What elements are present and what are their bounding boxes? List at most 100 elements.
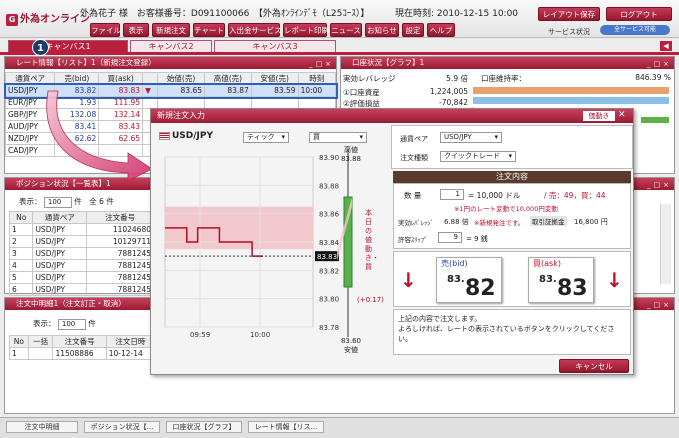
bottom-tab-positions[interactable]: ポジション状況【...: [84, 421, 160, 433]
window-controls-icon[interactable]: _□×: [647, 299, 672, 310]
tab-canvas-2[interactable]: キャンバス2: [130, 40, 212, 52]
sell-label: 売(bid): [441, 259, 468, 268]
order-table-header: No 一括 注文番号 注文日時: [9, 335, 156, 348]
count-stepper[interactable]: 100: [43, 197, 72, 208]
table-row[interactable]: 6 USD/JPY 7881245: [8, 283, 154, 296]
sell-price: 82: [465, 276, 496, 301]
down-arrow-icon: ↓: [606, 268, 623, 292]
order-cell: 7881245: [86, 271, 154, 284]
scrollbar[interactable]: [660, 204, 671, 284]
buy-price-prefix: 83.: [539, 274, 557, 285]
high-cell: 83.87: [204, 84, 252, 97]
maintenance-label: 口座維持率：: [481, 74, 526, 83]
sound-icon[interactable]: ◀: [660, 41, 672, 51]
leverage-row: 実効レバレッジ 5.9 倍: [343, 73, 468, 84]
chart-pair: USD/JPY: [172, 131, 214, 141]
table-row[interactable]: 2 USD/JPY 10129711: [8, 235, 154, 248]
bulk-cell[interactable]: [27, 347, 54, 360]
chevron-down-icon: ▾: [494, 133, 498, 141]
maintenance-value-wrap: 846.39 %: [635, 73, 671, 82]
low-value: 83.60: [340, 337, 362, 345]
close-icon[interactable]: ✕: [618, 110, 626, 120]
menu-item-3[interactable]: チャート: [193, 23, 225, 37]
account-panel-title: 口座状況【グラフ】1 _□×: [341, 57, 674, 69]
dialog-title-bar: 新規注文入力: [151, 109, 633, 123]
eff-leverage-value: 6.88 倍: [444, 218, 469, 226]
no-cell: 1: [8, 223, 34, 236]
margin-value: 16,800 円: [574, 218, 608, 226]
menu-item-9[interactable]: ヘルプ: [427, 23, 455, 37]
sell-button[interactable]: 売(bid) 83. 82: [436, 257, 502, 303]
down-arrow-icon: ↓: [400, 268, 417, 292]
layout-save-button[interactable]: レイアウト保存: [538, 7, 600, 21]
menu-item-5[interactable]: レポート印刷: [283, 23, 329, 37]
leverage-value-wrap: 5.9 倍: [446, 73, 468, 84]
pair-select[interactable]: USD/JPY ▾: [440, 132, 502, 143]
confirm-line-2: よろしければ、レートの表示されているボタンをクリックしてください。: [398, 325, 615, 343]
cancel-button[interactable]: キャンセル: [559, 359, 629, 373]
menu-item-7[interactable]: お知らせ: [365, 23, 399, 37]
bottom-tab-account[interactable]: 口座状況【グラフ】: [166, 421, 242, 433]
buy-button[interactable]: 買(ask) 83. 83: [528, 257, 594, 303]
pl-bar: [473, 97, 669, 104]
order-table: No 一括 注文番号 注文日時 1 11508886 10-12-14: [9, 335, 156, 360]
table-row[interactable]: 4 USD/JPY 7881245: [8, 259, 154, 272]
menu-item-4[interactable]: 入出金サービス: [228, 23, 282, 37]
unit-label: 件: [88, 319, 96, 328]
service-status-label: サービス状況: [548, 28, 590, 36]
menu-item-0[interactable]: ファイル: [90, 23, 121, 37]
pair-cell: USD/JPY: [32, 271, 88, 284]
order-cell: 10129711: [86, 235, 154, 248]
col-pair: 通貨ペア: [4, 72, 56, 85]
col-pair: 通貨ペア: [32, 211, 88, 224]
table-row[interactable]: 1 11508886 10-12-14: [9, 347, 156, 360]
logout-button[interactable]: ログアウト: [606, 7, 672, 21]
eff-leverage-label: 実効ﾚﾊﾞﾚｯｼﾞ: [398, 219, 434, 227]
table-row[interactable]: 5 USD/JPY 7881245: [8, 271, 154, 284]
table-row[interactable]: 1 USD/JPY 11024680: [8, 223, 154, 236]
order-type-select[interactable]: クイックトレード ▾: [440, 151, 516, 162]
col-ask: 買(ask): [98, 72, 144, 85]
rate-table-header: 通貨ペア 売(bid) 買(ask) 始値(売) 高値(売) 安値(売) 時刻: [4, 72, 337, 85]
tab-canvas-3[interactable]: キャンバス3: [214, 40, 336, 52]
price-move-tab[interactable]: 価動き: [583, 111, 615, 121]
tick-chart[interactable]: 83.9083.8883.8683.8483.8283.8083.7809:59…: [161, 149, 391, 364]
position-display-row: 表示： 100 件 全 6 件: [19, 196, 114, 208]
window-controls-icon[interactable]: _□×: [647, 179, 672, 190]
table-row[interactable]: 3 USD/JPY 7881245: [8, 247, 154, 260]
bottom-tab-orders[interactable]: 注文中明細: [6, 421, 78, 433]
chart-pair-header: USD/JPY: [159, 131, 213, 141]
account-row: ①口座資産 1,224,005: [343, 87, 468, 98]
no-cell: 5: [8, 271, 34, 284]
open-cell: 83.65: [157, 84, 205, 97]
y-tick-label: 83.82: [319, 267, 339, 275]
tab-canvas-1[interactable]: キャンバス1: [8, 40, 128, 52]
qty-stepper[interactable]: 1: [440, 189, 464, 200]
order-cell: 7881245: [86, 259, 154, 272]
order-cell: 11508886: [52, 347, 107, 360]
side-select[interactable]: 買 ▾: [309, 132, 367, 143]
chevron-down-icon: ▾: [281, 133, 285, 141]
menu-item-2[interactable]: 新規注文: [152, 23, 190, 37]
menu-item-1[interactable]: 表示: [123, 23, 149, 37]
y-tick-label: 83.88: [319, 182, 339, 190]
pair-cell: USD/JPY: [32, 283, 88, 296]
menu-item-8[interactable]: 設定: [402, 23, 424, 37]
low-box: 83.60 安値: [335, 337, 367, 355]
high-box: 高値 83.88: [335, 145, 367, 163]
maintenance-row: 口座維持率： 846.39 %: [481, 73, 671, 84]
rate-panel-title: レート情報【リスト】1（新規注文登録） _□×: [5, 57, 336, 69]
col-order: 注文番号: [52, 335, 107, 348]
window-controls-icon[interactable]: _□×: [309, 58, 334, 69]
y-tick-label: 83.84: [319, 239, 340, 247]
count-stepper[interactable]: 100: [57, 319, 86, 330]
display-label: 表示：: [33, 319, 56, 328]
tick-select[interactable]: ティック ▾: [243, 132, 289, 143]
current-price-label: 83.83: [317, 253, 337, 261]
window-controls-icon[interactable]: _□×: [647, 58, 672, 69]
slippage-stepper[interactable]: 9: [438, 232, 462, 243]
menu-item-6[interactable]: ニュース: [330, 23, 362, 37]
clock: 現在時刻: 2010-12-15 10:00: [395, 6, 518, 19]
sell-price-prefix: 83.: [447, 274, 465, 285]
bottom-tab-rates[interactable]: レート情報【リス...: [248, 421, 324, 433]
